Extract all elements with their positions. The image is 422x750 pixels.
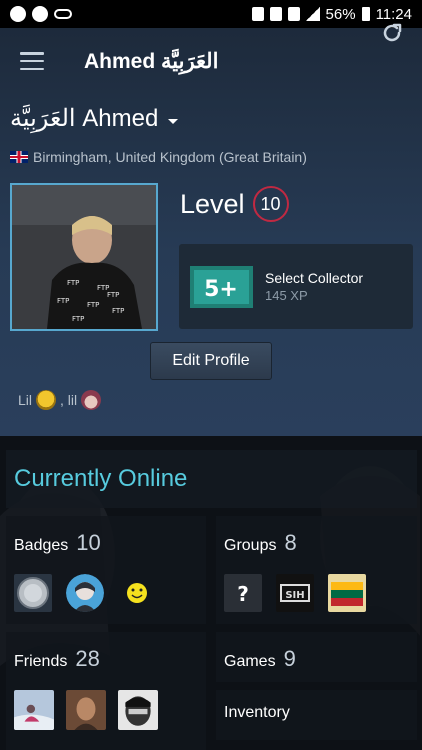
level-badge: 10 xyxy=(252,186,289,222)
voicemail-icon xyxy=(54,9,72,19)
menu-icon[interactable] xyxy=(20,52,44,70)
persona-name-dropdown[interactable]: العَرَبِيَّة Ahmed xyxy=(10,104,179,133)
badge-name: Select Collector xyxy=(265,270,364,286)
avatar-image: FTPFTP FTP FTPFTP FTPFTP xyxy=(12,185,156,329)
unknown-group-icon[interactable]: ? xyxy=(224,574,262,612)
badges-section[interactable]: Badges 10 xyxy=(6,516,206,624)
badges-count: 10 xyxy=(76,530,101,555)
online-status: Currently Online xyxy=(14,465,188,492)
friends-label: Friends xyxy=(14,653,68,670)
svg-text:FTP: FTP xyxy=(112,307,124,315)
location-text: Birmingham, United Kingdom (Great Britai… xyxy=(33,149,307,165)
lithuania-group-icon[interactable] xyxy=(328,574,366,612)
edit-profile-button[interactable]: Edit Profile xyxy=(150,342,272,380)
refresh-icon[interactable] xyxy=(380,21,404,45)
badge-icon-text: 5+ xyxy=(204,277,238,302)
chevron-down-icon xyxy=(168,119,179,124)
clock: 11:24 xyxy=(375,5,412,23)
app-bar: Ahmed العَرَبِيَّة xyxy=(0,28,422,94)
groups-section[interactable]: Groups 8 ? SIH xyxy=(216,516,417,624)
svg-text:SIH: SIH xyxy=(285,590,304,601)
games-label: Games xyxy=(224,653,276,670)
status-bar: 56% 11:24 xyxy=(0,0,422,28)
games-count: 9 xyxy=(283,646,296,671)
battery-percent: 56% xyxy=(325,5,356,23)
friend-avatar-3[interactable] xyxy=(118,690,158,730)
uk-flag-icon xyxy=(10,151,28,163)
sunglasses-emoticon-icon xyxy=(36,390,57,410)
svg-text:FTP: FTP xyxy=(87,301,99,309)
svg-text:?: ? xyxy=(237,582,249,606)
location: Birmingham, United Kingdom (Great Britai… xyxy=(10,149,307,165)
avatar-badge-icon[interactable] xyxy=(66,574,104,612)
status-text-1: Lil xyxy=(18,392,33,408)
friend-avatar-2[interactable] xyxy=(66,690,106,730)
friend-avatar-1[interactable] xyxy=(14,690,54,730)
signal-icon xyxy=(305,7,320,21)
svg-text:FTP: FTP xyxy=(67,279,79,287)
groups-count: 8 xyxy=(284,530,297,555)
games-section[interactable]: Games 9 xyxy=(216,632,417,682)
messenger-icon xyxy=(10,6,26,22)
svg-text:FTP: FTP xyxy=(57,297,69,305)
profile-sections: Currently Online Badges 10 Groups 8 ? SI… xyxy=(0,436,422,750)
badge-xp: 145 XP xyxy=(265,288,308,303)
avatar[interactable]: FTP FTP FTP FTP FTP FTP FTP xyxy=(10,183,158,331)
groups-label: Groups xyxy=(224,537,277,554)
friends-section[interactable]: Friends 28 xyxy=(6,632,206,750)
level-display: Level 10 xyxy=(180,186,289,222)
featured-badge-card[interactable]: 5+ Select Collector 145 XP xyxy=(179,244,413,329)
friends-count: 28 xyxy=(75,646,100,671)
battery-icon xyxy=(361,7,370,21)
emoji-notification-icon xyxy=(32,6,48,22)
svg-text:FTP: FTP xyxy=(107,291,119,299)
status-message: Lil , lil xyxy=(18,390,102,410)
online-status-box: Currently Online xyxy=(6,450,417,508)
persona-name: العَرَبِيَّة Ahmed xyxy=(10,105,159,132)
svg-text:FTP: FTP xyxy=(72,315,84,323)
wifi-icon xyxy=(287,7,300,21)
app-title: Ahmed العَرَبِيَّة xyxy=(84,49,219,73)
nfc-icon xyxy=(251,7,264,21)
badges-label: Badges xyxy=(14,537,69,554)
anime-girl-emoticon-icon xyxy=(81,390,102,410)
inventory-label: Inventory xyxy=(224,704,290,721)
level-label: Level xyxy=(180,188,245,219)
coin-badge-icon[interactable] xyxy=(14,574,52,612)
mute-icon xyxy=(269,7,282,21)
inventory-section[interactable]: Inventory xyxy=(216,690,417,740)
sih-group-icon[interactable]: SIH xyxy=(276,574,314,612)
collector-badge-icon: 5+ xyxy=(190,265,253,308)
smiley-badge-icon[interactable] xyxy=(118,574,156,612)
status-text-2: , lil xyxy=(60,392,78,408)
